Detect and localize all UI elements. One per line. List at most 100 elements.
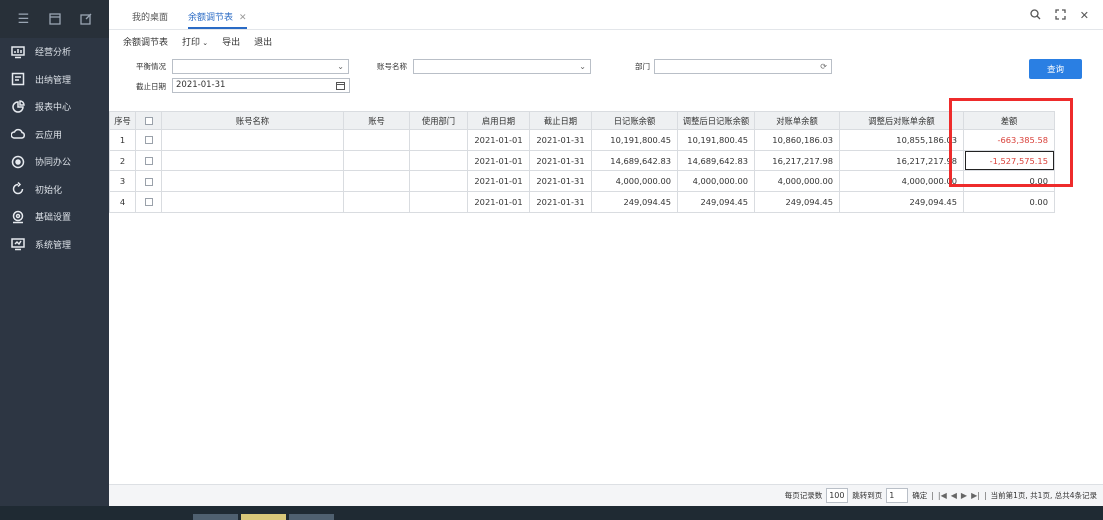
- row-checkbox[interactable]: [144, 157, 153, 166]
- per-page-input[interactable]: 100: [826, 488, 849, 503]
- header-adj-statement-balance[interactable]: 调整后对账单余额: [839, 111, 964, 130]
- taskbar-item[interactable]: [289, 514, 334, 520]
- select-all-checkbox[interactable]: [144, 117, 153, 125]
- journal-balance-cell[interactable]: 14,689,642.83: [591, 149, 678, 172]
- header-journal-balance[interactable]: 日记账余额: [591, 111, 678, 130]
- account-name-cell[interactable]: [161, 170, 344, 193]
- start-date-cell[interactable]: 2021-01-01: [467, 149, 530, 172]
- header-account-name[interactable]: 账号名称: [161, 111, 344, 130]
- adj-statement-balance-cell[interactable]: 4,000,000.00: [839, 170, 964, 193]
- toolbar-exit[interactable]: 退出: [254, 35, 272, 48]
- sidebar-item-cloud-apps[interactable]: 云应用: [0, 121, 109, 149]
- table-row[interactable]: 3 2021-01-01 2021-01-31 4,000,000.00 4,0…: [109, 170, 1055, 193]
- header-checkbox[interactable]: [135, 111, 162, 130]
- account-name-cell[interactable]: [161, 149, 344, 172]
- header-end-date[interactable]: 截止日期: [529, 111, 592, 130]
- end-date-cell[interactable]: 2021-01-31: [529, 191, 592, 213]
- close-icon[interactable]: ✕: [1080, 9, 1089, 23]
- row-checkbox[interactable]: [144, 177, 153, 186]
- adj-journal-balance-cell[interactable]: 14,689,642.83: [677, 149, 755, 172]
- sidebar-item-business-analysis[interactable]: 经营分析: [0, 38, 109, 66]
- close-tab-icon[interactable]: ✕: [239, 13, 247, 23]
- header-adj-journal-balance[interactable]: 调整后日记账余额: [677, 111, 755, 130]
- journal-balance-cell[interactable]: 4,000,000.00: [591, 170, 678, 193]
- header-start-date[interactable]: 启用日期: [467, 111, 530, 130]
- prev-page-icon[interactable]: ◀: [951, 491, 957, 500]
- table-row[interactable]: 1 2021-01-01 2021-01-31 10,191,800.45 10…: [109, 129, 1055, 151]
- edit-icon[interactable]: [78, 11, 94, 27]
- query-button[interactable]: 查询: [1029, 59, 1082, 79]
- fullscreen-icon[interactable]: [1055, 9, 1066, 23]
- difference-cell[interactable]: -663,385.58: [963, 129, 1055, 151]
- difference-cell-selected[interactable]: -1,527,575.15: [963, 149, 1055, 172]
- start-date-cell[interactable]: 2021-01-01: [467, 170, 530, 193]
- sidebar-item-system-management[interactable]: 系统管理: [0, 231, 109, 259]
- header-statement-balance[interactable]: 对账单余额: [754, 111, 840, 130]
- account-no-cell[interactable]: [343, 129, 410, 151]
- dept-cell[interactable]: [409, 149, 468, 172]
- adj-statement-balance-cell[interactable]: 249,094.45: [839, 191, 964, 213]
- calendar-icon[interactable]: [336, 79, 345, 94]
- adj-journal-balance-cell[interactable]: 10,191,800.45: [677, 129, 755, 151]
- row-checkbox-cell[interactable]: [135, 149, 162, 172]
- toolbar-export[interactable]: 导出: [222, 35, 240, 48]
- toolbar-balance-table[interactable]: 余额调节表: [123, 35, 168, 48]
- taskbar-item[interactable]: [193, 514, 238, 520]
- journal-balance-cell[interactable]: 249,094.45: [591, 191, 678, 213]
- row-checkbox-cell[interactable]: [135, 191, 162, 213]
- start-date-cell[interactable]: 2021-01-01: [467, 191, 530, 213]
- header-dept[interactable]: 使用部门: [409, 111, 468, 130]
- jump-page-input[interactable]: 1: [886, 488, 909, 503]
- account-no-cell[interactable]: [343, 191, 410, 213]
- adj-journal-balance-cell[interactable]: 249,094.45: [677, 191, 755, 213]
- row-checkbox[interactable]: [144, 136, 153, 145]
- difference-cell[interactable]: 0.00: [963, 191, 1055, 213]
- account-no-cell[interactable]: [343, 170, 410, 193]
- journal-balance-cell[interactable]: 10,191,800.45: [591, 129, 678, 151]
- row-checkbox-cell[interactable]: [135, 170, 162, 193]
- difference-cell[interactable]: 0.00: [963, 170, 1055, 193]
- adj-statement-balance-cell[interactable]: 10,855,186.03: [839, 129, 964, 151]
- end-date-cell[interactable]: 2021-01-31: [529, 170, 592, 193]
- account-name-cell[interactable]: [161, 129, 344, 151]
- adj-statement-balance-cell[interactable]: 16,217,217.98: [839, 149, 964, 172]
- hamburger-menu-icon[interactable]: ☰: [16, 11, 32, 27]
- sidebar-item-basic-settings[interactable]: 基础设置: [0, 203, 109, 231]
- header-difference[interactable]: 差额: [963, 111, 1055, 130]
- end-date-cell[interactable]: 2021-01-31: [529, 129, 592, 151]
- dept-cell[interactable]: [409, 170, 468, 193]
- dept-cell[interactable]: [409, 129, 468, 151]
- toolbar-print[interactable]: 打印 ⌄: [182, 35, 208, 48]
- taskbar-item[interactable]: [241, 514, 286, 520]
- first-page-icon[interactable]: |◀: [938, 491, 947, 500]
- statement-balance-cell[interactable]: 10,860,186.03: [754, 129, 840, 151]
- statement-balance-cell[interactable]: 249,094.45: [754, 191, 840, 213]
- refresh-search-icon[interactable]: ⟳: [820, 60, 827, 73]
- end-date-field[interactable]: 2021-01-31: [172, 78, 350, 93]
- window-icon[interactable]: [47, 11, 63, 27]
- end-date-cell[interactable]: 2021-01-31: [529, 149, 592, 172]
- tab-my-desktop[interactable]: 我的桌面: [132, 10, 168, 23]
- search-icon[interactable]: [1030, 9, 1041, 23]
- account-name-select[interactable]: ⌄: [413, 59, 591, 74]
- dept-input[interactable]: ⟳: [654, 59, 832, 74]
- row-checkbox-cell[interactable]: [135, 129, 162, 151]
- statement-balance-cell[interactable]: 4,000,000.00: [754, 170, 840, 193]
- adj-journal-balance-cell[interactable]: 4,000,000.00: [677, 170, 755, 193]
- account-no-cell[interactable]: [343, 149, 410, 172]
- row-checkbox[interactable]: [144, 198, 153, 207]
- header-seq[interactable]: 序号: [109, 111, 136, 130]
- confirm-button[interactable]: 确定: [912, 490, 927, 501]
- sidebar-item-cashier[interactable]: 出纳管理: [0, 66, 109, 94]
- dept-cell[interactable]: [409, 191, 468, 213]
- table-row[interactable]: 4 2021-01-01 2021-01-31 249,094.45 249,0…: [109, 191, 1055, 213]
- statement-balance-cell[interactable]: 16,217,217.98: [754, 149, 840, 172]
- account-name-cell[interactable]: [161, 191, 344, 213]
- last-page-icon[interactable]: ▶|: [971, 491, 980, 500]
- sidebar-item-report-center[interactable]: 报表中心: [0, 93, 109, 121]
- sidebar-item-collaboration[interactable]: 协同办公: [0, 148, 109, 176]
- next-page-icon[interactable]: ▶: [961, 491, 967, 500]
- start-date-cell[interactable]: 2021-01-01: [467, 129, 530, 151]
- balance-select[interactable]: ⌄: [172, 59, 349, 74]
- header-account-no[interactable]: 账号: [343, 111, 410, 130]
